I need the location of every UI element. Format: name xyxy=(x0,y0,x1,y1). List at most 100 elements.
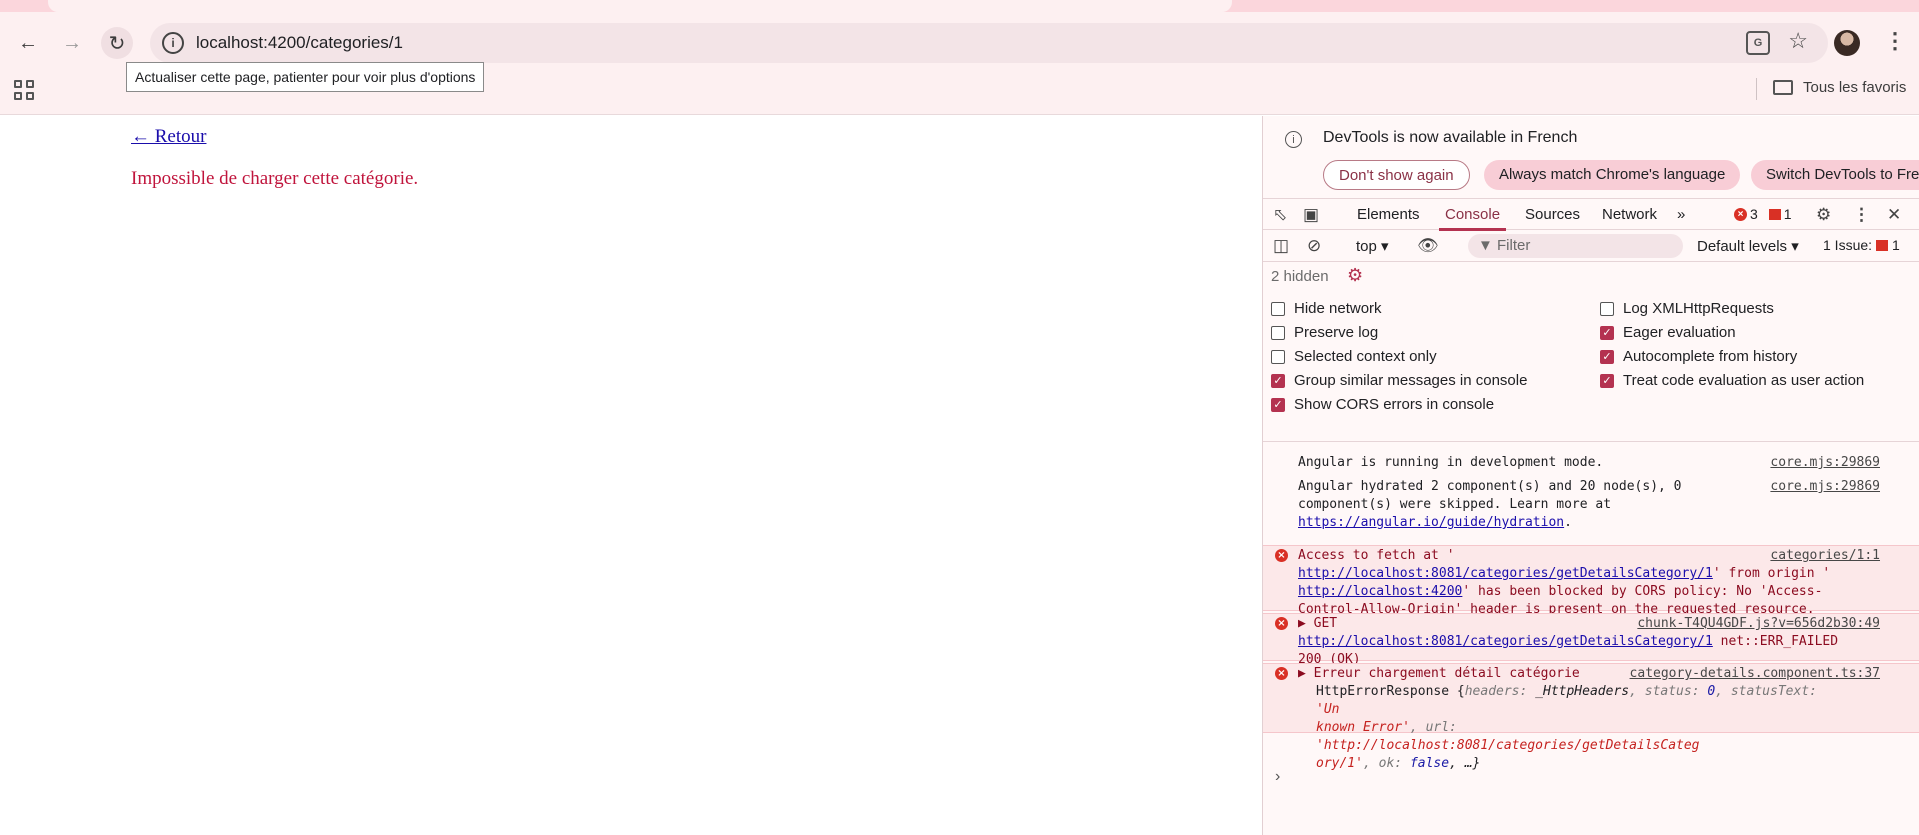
error-icon: × xyxy=(1275,549,1288,562)
http-error-object[interactable]: HttpErrorResponse {headers: _HttpHeaders… xyxy=(1316,683,1836,773)
eager-eval-label: Eager evaluation xyxy=(1623,324,1736,341)
live-expression-eye-icon[interactable]: 👁 xyxy=(1417,236,1439,256)
translate-icon[interactable]: G xyxy=(1746,31,1770,55)
tab-elements[interactable]: Elements xyxy=(1357,206,1420,223)
chrome-menu-icon[interactable]: ⋮ xyxy=(1884,28,1906,54)
devtools-tabbar: ⬁ ▣ Elements Console Sources Network » ×… xyxy=(1263,198,1919,231)
issues-label: 1 Issue: xyxy=(1823,237,1873,253)
show-cors-label: Show CORS errors in console xyxy=(1294,396,1495,413)
get-toggle[interactable]: ▶ GET xyxy=(1298,616,1337,631)
hidden-count: 2 hidden xyxy=(1271,268,1329,285)
error-text-part: Access to fetch at ' xyxy=(1298,548,1455,563)
inspect-element-icon[interactable]: ⬁ xyxy=(1273,205,1287,225)
devtools-panel: i DevTools is now available in French Do… xyxy=(1262,116,1919,835)
clear-console-icon[interactable]: ⊘ xyxy=(1307,236,1321,256)
language-infobar: i DevTools is now available in French Do… xyxy=(1263,116,1919,198)
object-text: false xyxy=(1409,756,1450,771)
treat-code-option[interactable]: ✓ Treat code evaluation as user action xyxy=(1600,372,1864,389)
error-counter[interactable]: × 3 1 xyxy=(1734,206,1792,222)
issue-flag-icon xyxy=(1876,239,1889,251)
device-toolbar-icon[interactable]: ▣ xyxy=(1303,205,1319,225)
request-url-link[interactable]: http://localhost:8081/categories/getDeta… xyxy=(1298,634,1713,649)
site-info-icon[interactable]: i xyxy=(162,32,184,54)
bookmark-star-icon[interactable]: ☆ xyxy=(1788,28,1808,54)
console-message: Angular is running in development mode. … xyxy=(1263,452,1919,474)
always-match-language-button[interactable]: Always match Chrome's language xyxy=(1484,160,1741,190)
object-text: , status: xyxy=(1629,684,1708,699)
active-tab[interactable] xyxy=(48,0,1232,12)
hide-network-label: Hide network xyxy=(1294,300,1382,317)
object-text: 'Un known Error' xyxy=(1316,702,1410,735)
selected-context-checkbox[interactable] xyxy=(1271,349,1285,364)
log-levels-dropdown[interactable]: Default levels ▾ xyxy=(1697,237,1799,255)
object-text: , …} xyxy=(1449,756,1481,771)
group-similar-option[interactable]: ✓ Group similar messages in console xyxy=(1271,372,1527,389)
more-tabs-icon[interactable]: » xyxy=(1677,206,1685,223)
console-settings-gear-icon[interactable]: ⚙ xyxy=(1347,265,1363,286)
origin-link[interactable]: http://localhost:4200 xyxy=(1298,584,1462,599)
infobar-message: DevTools is now available in French xyxy=(1323,129,1578,146)
forward-button[interactable]: → xyxy=(56,27,88,59)
sidebar-toggle-icon[interactable]: ◫ xyxy=(1273,236,1289,256)
console-toolbar: ◫ ⊘ top ▾ 👁 ▼ Filter Default levels ▾ 1 … xyxy=(1263,230,1919,262)
error-icon: × xyxy=(1275,667,1288,680)
back-button[interactable]: ← xyxy=(12,27,44,59)
dont-show-again-button[interactable]: Don't show again xyxy=(1323,160,1470,190)
object-text: , url: xyxy=(1409,720,1465,735)
url-text[interactable]: localhost:4200/categories/1 xyxy=(196,33,403,53)
reload-tooltip: Actualiser cette page, patienter pour vo… xyxy=(126,62,485,92)
selected-context-option[interactable]: Selected context only xyxy=(1271,348,1437,365)
hidden-messages-row: 2 hidden ⚙ xyxy=(1263,262,1919,292)
log-xhr-option[interactable]: Log XMLHttpRequests xyxy=(1600,300,1774,317)
settings-gear-icon[interactable]: ⚙ xyxy=(1816,205,1831,225)
reload-button[interactable]: ↻ xyxy=(101,27,133,59)
object-text: , statusText: xyxy=(1715,684,1825,699)
error-source-link[interactable]: category-details.component.ts:37 xyxy=(1630,665,1880,683)
console-error: × ▶ GET http://localhost:8081/categories… xyxy=(1263,613,1919,667)
autocomplete-option[interactable]: ✓ Autocomplete from history xyxy=(1600,348,1797,365)
object-text: , ok: xyxy=(1362,756,1410,771)
object-text: _HttpHeaders xyxy=(1535,684,1630,699)
page-content: ← Retour Impossible de charger cette cat… xyxy=(0,116,1262,835)
show-cors-option[interactable]: ✓ Show CORS errors in console xyxy=(1271,396,1494,413)
eager-eval-option[interactable]: ✓ Eager evaluation xyxy=(1600,324,1736,341)
tab-console[interactable]: Console xyxy=(1438,206,1507,231)
eager-eval-checkbox[interactable]: ✓ xyxy=(1600,325,1614,340)
filter-input[interactable]: ▼ Filter xyxy=(1468,234,1683,258)
context-selector[interactable]: top ▾ xyxy=(1356,237,1389,255)
profile-avatar[interactable] xyxy=(1834,30,1860,56)
issues-button[interactable]: 1 Issue: 1 xyxy=(1823,237,1900,253)
error-source-link[interactable]: categories/1:1 xyxy=(1770,547,1880,565)
address-bar[interactable]: i localhost:4200/categories/1 G ☆ xyxy=(150,23,1828,63)
log-xhr-checkbox[interactable] xyxy=(1600,301,1614,316)
preserve-log-checkbox[interactable] xyxy=(1271,325,1285,340)
error-icon: × xyxy=(1734,207,1747,221)
apps-grid-icon[interactable] xyxy=(14,80,34,100)
group-similar-label: Group similar messages in console xyxy=(1294,372,1528,389)
back-link[interactable]: ← Retour xyxy=(131,126,206,148)
switch-devtools-language-button[interactable]: Switch DevTools to Fre xyxy=(1751,160,1919,190)
error-source-link[interactable]: chunk-T4QU4GDF.js?v=656d2b30:49 xyxy=(1637,615,1880,633)
all-bookmarks-button[interactable]: Tous les favoris xyxy=(1773,79,1906,96)
arrow-left-icon: ← xyxy=(18,31,38,54)
autocomplete-checkbox[interactable]: ✓ xyxy=(1600,349,1614,364)
log-source-link[interactable]: core.mjs:29869 xyxy=(1770,454,1880,472)
hide-network-option[interactable]: Hide network xyxy=(1271,300,1382,317)
info-icon: i xyxy=(1285,131,1302,148)
hide-network-checkbox[interactable] xyxy=(1271,301,1285,316)
console-error: × Access to fetch at ' http://localhost:… xyxy=(1263,545,1919,617)
show-cors-checkbox[interactable]: ✓ xyxy=(1271,397,1285,412)
treat-code-checkbox[interactable]: ✓ xyxy=(1600,373,1614,388)
tab-network[interactable]: Network xyxy=(1602,206,1657,223)
hydration-docs-link[interactable]: https://angular.io/guide/hydration xyxy=(1298,515,1564,530)
tab-sources[interactable]: Sources xyxy=(1525,206,1580,223)
log-source-link[interactable]: core.mjs:29869 xyxy=(1770,478,1880,496)
group-similar-checkbox[interactable]: ✓ xyxy=(1271,373,1285,388)
devtools-menu-icon[interactable]: ⋮ xyxy=(1853,205,1870,225)
object-text: headers: xyxy=(1464,684,1536,699)
issue-flag-icon xyxy=(1768,208,1781,220)
console-prompt-icon[interactable]: › xyxy=(1275,768,1280,786)
preserve-log-option[interactable]: Preserve log xyxy=(1271,324,1378,341)
close-icon[interactable]: ✕ xyxy=(1887,205,1901,225)
request-url-link[interactable]: http://localhost:8081/categories/getDeta… xyxy=(1298,566,1713,581)
